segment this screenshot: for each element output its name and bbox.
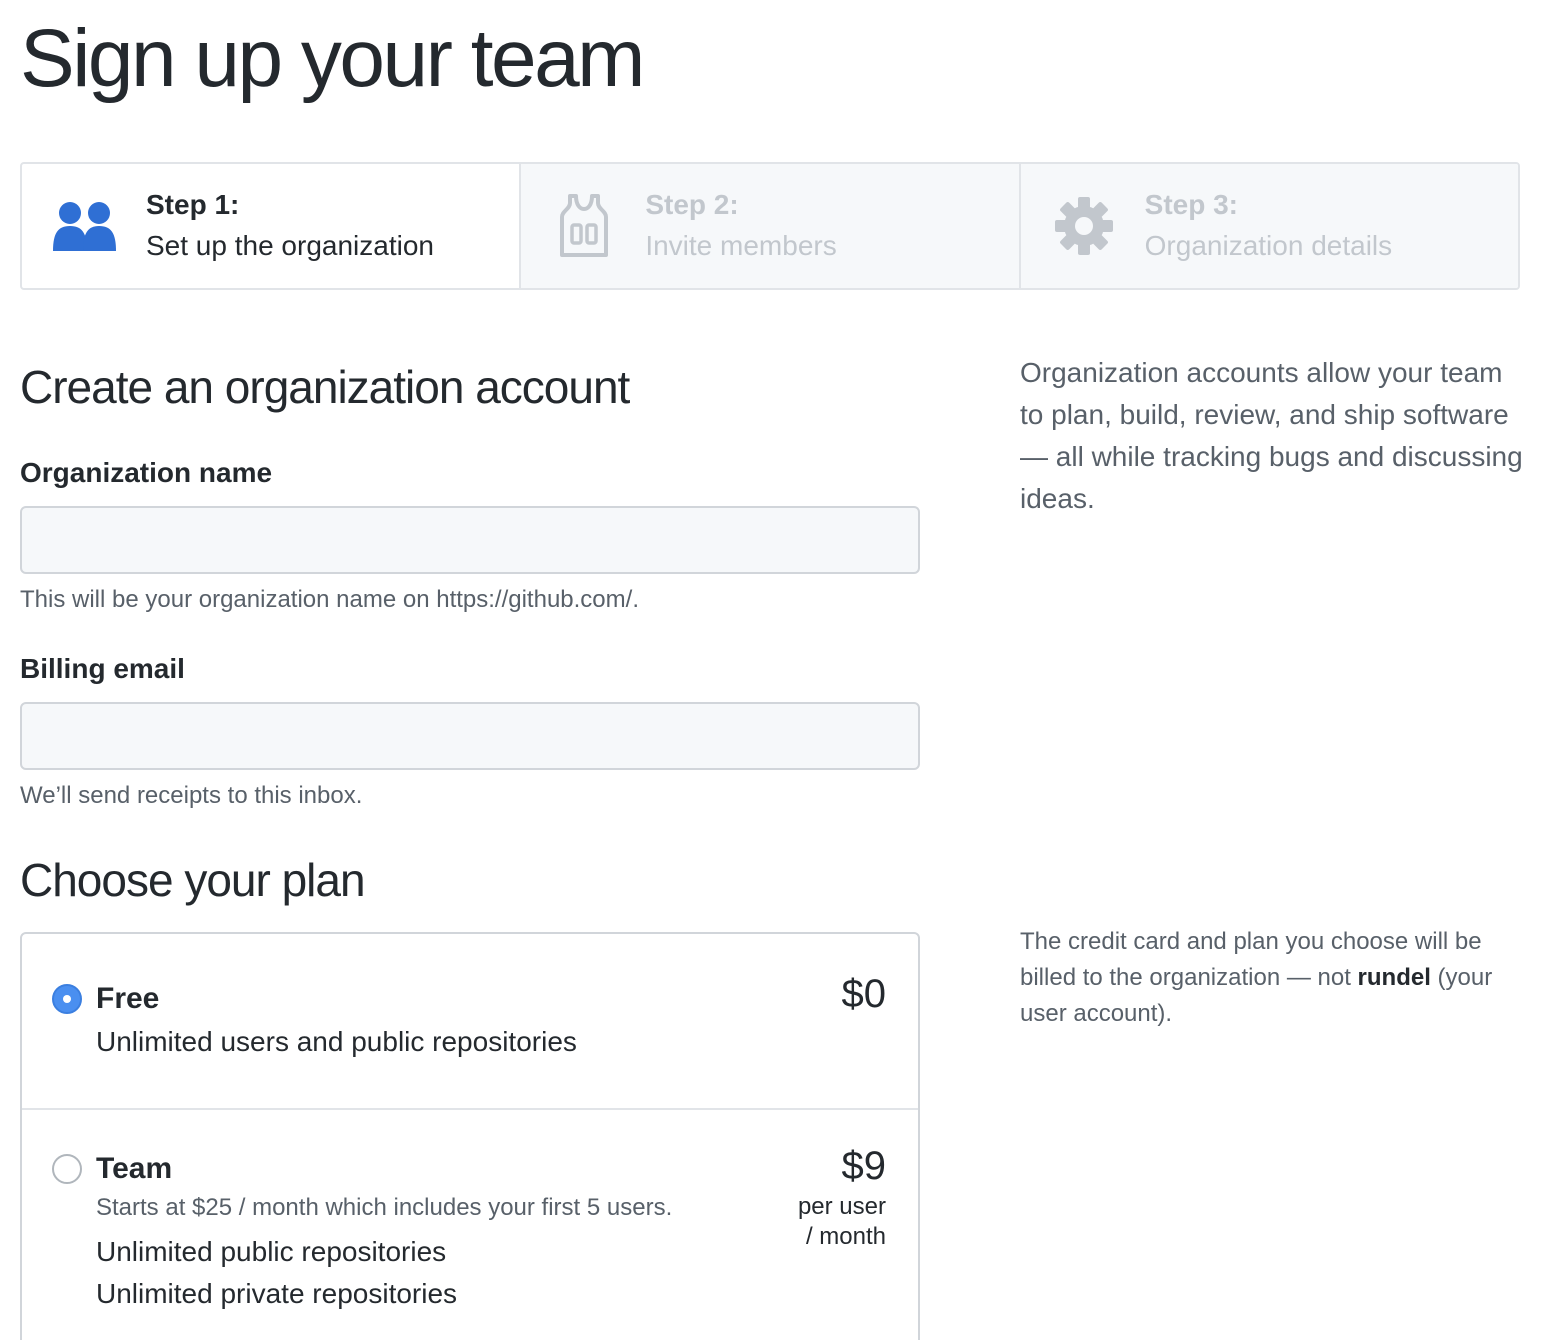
billing-note: The credit card and plan you choose will… (1020, 924, 1530, 1032)
step-1-number: Step 1: (146, 189, 240, 221)
plan-team-price-period: / month (805, 1223, 886, 1250)
plan-team-price: $9 (841, 1144, 887, 1188)
org-name-note: This will be your organization name on h… (20, 586, 639, 613)
plan-team-radio[interactable] (52, 1154, 82, 1184)
billing-username: rundel (1357, 964, 1431, 991)
step-2-description: Invite members (645, 230, 837, 261)
plan-free-radio[interactable] (52, 984, 82, 1014)
plan-free[interactable]: Free Unlimited users and public reposito… (22, 934, 918, 1110)
gear-icon (1051, 193, 1117, 259)
org-accounts-description: Organization accounts allow your team to… (1020, 357, 1523, 514)
create-org-heading: Create an organization account (20, 361, 630, 413)
jersey-icon (551, 193, 617, 259)
step-2-number: Step 2: (645, 189, 739, 221)
plan-free-name: Free (96, 982, 160, 1015)
billing-email-input[interactable] (20, 702, 920, 770)
plan-team-price-unit: per user (797, 1193, 886, 1220)
billing-email-label: Billing email (20, 653, 185, 684)
step-1[interactable]: Step 1: Set up the organization (22, 164, 519, 288)
plan-team-feature-2: Unlimited private repositories (96, 1278, 458, 1309)
step-3[interactable]: Step 3: Organization details (1018, 164, 1518, 288)
people-icon (52, 193, 118, 259)
choose-plan-heading: Choose your plan (20, 854, 366, 906)
step-2[interactable]: Step 2: Invite members (519, 164, 1019, 288)
plan-options: Free Unlimited users and public reposito… (20, 932, 920, 1340)
billing-email-note: We’ll send receipts to this inbox. (20, 782, 363, 809)
step-3-number: Step 3: (1144, 189, 1239, 221)
plan-team-subtitle: Starts at $25 / month which includes you… (96, 1194, 673, 1221)
plan-team-feature-1: Unlimited public repositories (96, 1236, 447, 1267)
plan-free-price: $0 (841, 972, 887, 1016)
plan-team-name: Team (96, 1152, 173, 1185)
org-name-input[interactable] (20, 506, 920, 574)
org-name-label: Organization name (20, 457, 273, 488)
step-3-description: Organization details (1144, 230, 1393, 261)
plan-free-feature: Unlimited users and public repositories (96, 1026, 577, 1057)
step-1-description: Set up the organization (146, 230, 434, 261)
signup-steps: Step 1: Set up the organization Step 2: … (20, 162, 1520, 290)
page-title: Sign up your team (20, 13, 646, 104)
